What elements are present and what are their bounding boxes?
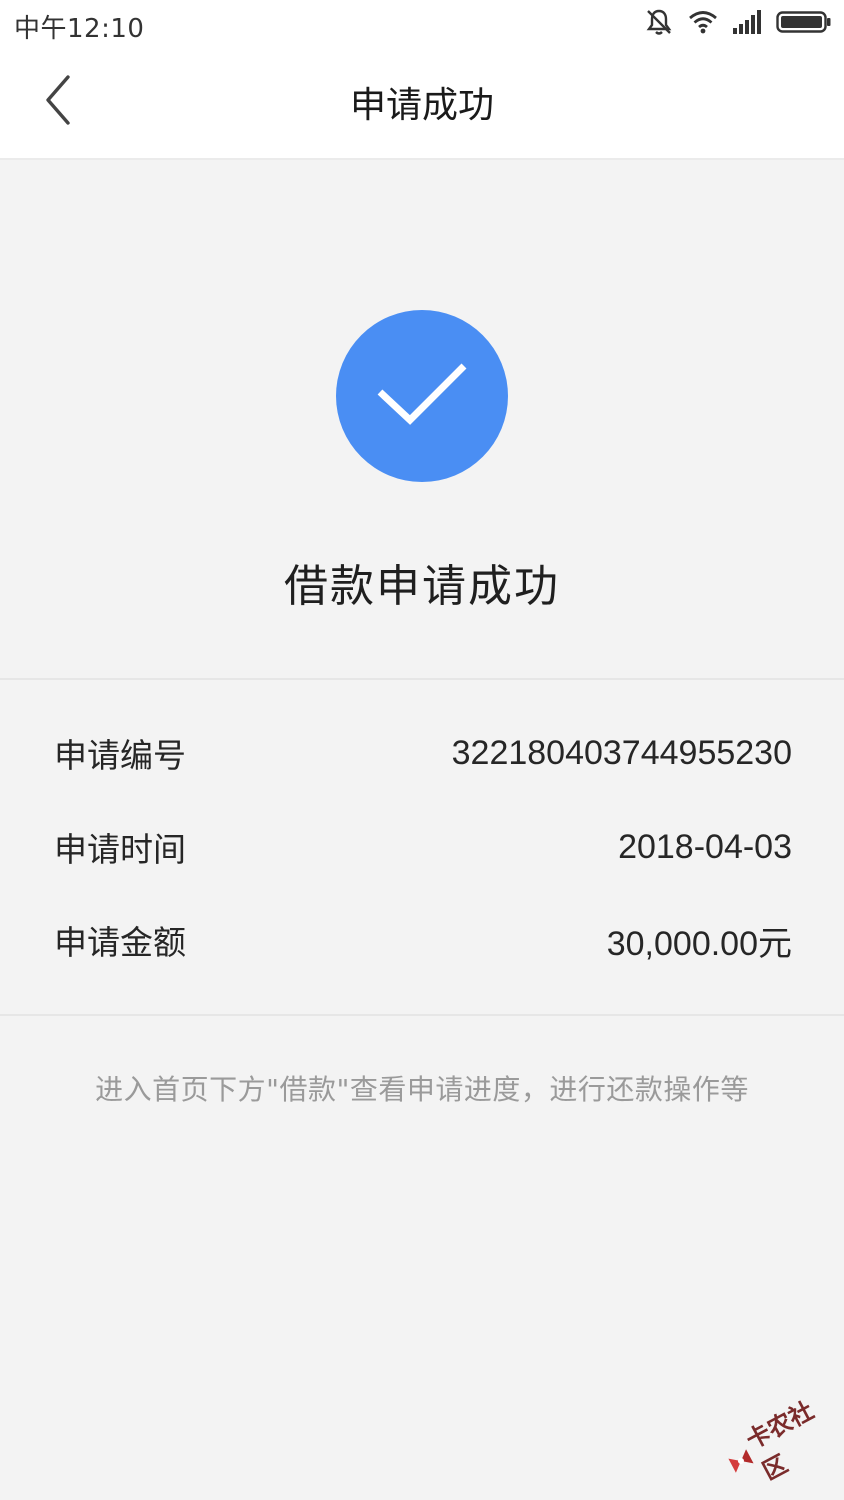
page-title: 申请成功 (349, 85, 494, 126)
detail-label: 申请金额 (54, 923, 186, 962)
status-icons (644, 8, 832, 40)
success-section: 借款申请成功 (0, 160, 844, 678)
watermark: 卡农社区 (714, 1386, 844, 1499)
mute-icon (644, 7, 674, 41)
application-details: 申请编号 322180403744955230 申请时间 2018-04-03 … (0, 680, 844, 1014)
detail-row-application-date: 申请时间 2018-04-03 (54, 822, 792, 872)
detail-row-application-amount: 申请金额 30,000.00元 (54, 915, 792, 965)
detail-value: 30,000.00元 (606, 924, 792, 963)
success-title: 借款申请成功 (284, 561, 560, 612)
divider (0, 1014, 844, 1016)
wifi-icon (688, 9, 718, 39)
signal-icon (732, 10, 762, 38)
status-bar: 中午12:10 (0, 0, 844, 50)
detail-row-application-number: 申请编号 322180403744955230 (54, 728, 792, 778)
detail-label: 申请编号 (54, 736, 186, 775)
check-circle-icon (336, 310, 508, 482)
detail-value: 2018-04-03 (618, 827, 792, 866)
detail-value: 322180403744955230 (451, 733, 792, 772)
detail-label: 申请时间 (54, 830, 186, 869)
battery-icon (776, 10, 832, 38)
status-time: 中午12:10 (14, 14, 145, 44)
nav-bar: 申请成功 (0, 50, 844, 160)
hint-text: 进入首页下方"借款"查看申请进度，进行还款操作等 (95, 1073, 749, 1106)
